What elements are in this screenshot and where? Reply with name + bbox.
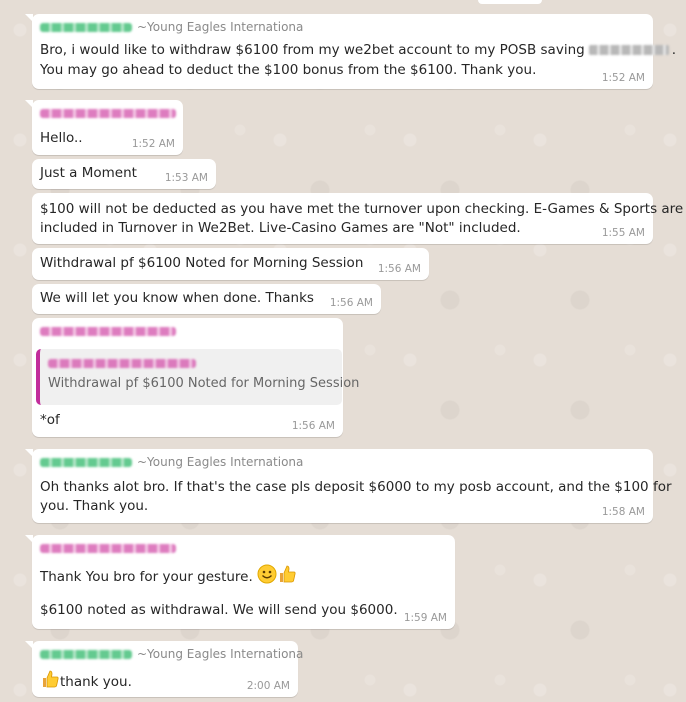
message-text: $6100 noted as withdrawal. We will send … [40, 602, 398, 618]
chat-message[interactable]: We will let you know when done. Thanks 1… [32, 284, 381, 314]
message-timestamp: 1:52 AM [601, 72, 645, 84]
sender-phone-redacted [40, 23, 132, 32]
message-sender: ~Young Eagles Internationa [40, 20, 303, 35]
message-text: You may go ahead to deduct the $100 bonu… [40, 62, 537, 78]
message-timestamp: 1:56 AM [377, 263, 421, 275]
quoted-message[interactable]: Withdrawal pf $6100 Noted for Morning Se… [36, 349, 359, 405]
chat-message[interactable]: Thank You bro for your gesture. $6100 no… [25, 535, 455, 629]
message-text: Thank You bro for your gesture. [40, 564, 297, 590]
message-timestamp: 1:55 AM [601, 227, 645, 239]
chat-message[interactable]: Withdrawal pf $6100 Noted for Morning Se… [32, 248, 429, 280]
message-timestamp: 1:56 AM [329, 297, 373, 309]
chat-message[interactable]: Just a Moment 1:53 AM [32, 159, 216, 189]
message-sender [40, 106, 176, 121]
chat-message[interactable]: $100 will not be deducted as you have me… [32, 193, 683, 244]
message-text: included in Turnover in We2Bet. Live-Cas… [40, 220, 521, 236]
message-text-part: . [671, 42, 676, 58]
message-text: Hello.. [40, 130, 83, 146]
message-timestamp: 1:59 AM [403, 612, 447, 624]
message-timestamp: 1:56 AM [291, 420, 335, 432]
message-text-part: Bro, i would like to withdraw $6100 from… [40, 42, 585, 58]
message-text: thank you. [40, 669, 132, 695]
message-text: We will let you know when done. Thanks [40, 290, 314, 306]
thumbs-up-emoji-icon [40, 669, 60, 695]
sender-org-name: ~Young Eagles Internationa [137, 20, 304, 34]
message-text: you. Thank you. [40, 498, 149, 514]
message-timestamp: 2:00 AM [246, 680, 290, 692]
message-text: Oh thanks alot bro. If that's the case p… [40, 479, 672, 495]
chat-message[interactable]: ~Young Eagles Internationa Oh thanks alo… [25, 449, 672, 523]
message-sender: ~Young Eagles Internationa [40, 647, 303, 662]
account-number-redacted [588, 45, 669, 55]
message-text: $100 will not be deducted as you have me… [40, 201, 684, 217]
message-sender: ~Young Eagles Internationa [40, 455, 303, 470]
chat-message[interactable]: Withdrawal pf $6100 Noted for Morning Se… [32, 318, 359, 437]
message-text: Bro, i would like to withdraw $6100 from… [40, 40, 676, 60]
sender-phone-redacted [40, 650, 132, 659]
previous-message-edge [478, 0, 542, 4]
thumbs-up-emoji-icon [277, 564, 297, 590]
sender-org-name: ~Young Eagles Internationa [137, 647, 304, 661]
sender-phone-redacted [40, 458, 132, 467]
message-timestamp: 1:53 AM [164, 172, 208, 184]
sender-name-redacted [40, 327, 176, 336]
message-sender [40, 324, 176, 339]
sender-org-name: ~Young Eagles Internationa [137, 455, 304, 469]
message-text-part: Thank You bro for your gesture. [40, 569, 253, 585]
message-timestamp: 1:58 AM [601, 506, 645, 518]
message-sender [40, 541, 176, 556]
message-text-part: thank you. [60, 674, 132, 690]
quoted-message-text: Withdrawal pf $6100 Noted for Morning Se… [48, 376, 360, 391]
sender-name-redacted [40, 544, 176, 553]
message-text: Withdrawal pf $6100 Noted for Morning Se… [40, 255, 364, 271]
chat-message[interactable]: ~Young Eagles Internationa thank you. 2:… [25, 641, 303, 697]
quoted-sender-redacted [48, 359, 196, 368]
smiling-face-emoji-icon [257, 564, 277, 590]
message-text: Just a Moment [40, 165, 137, 181]
message-text: *of [40, 412, 60, 428]
chat-message[interactable]: ~Young Eagles Internationa Bro, i would … [25, 14, 676, 89]
chat-message[interactable]: Hello.. 1:52 AM [25, 100, 183, 155]
sender-name-redacted [40, 109, 176, 118]
message-timestamp: 1:52 AM [131, 138, 175, 150]
